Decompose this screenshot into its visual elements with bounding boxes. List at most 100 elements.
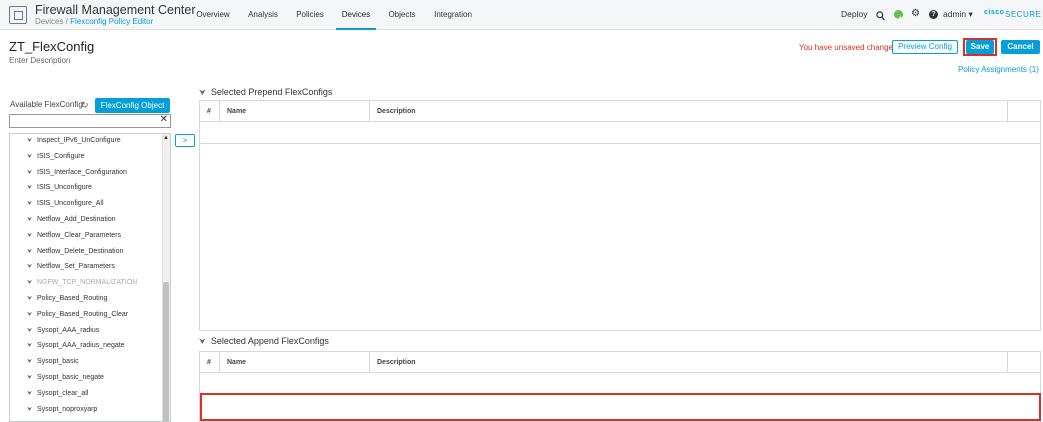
list-item[interactable]: ⮟ ISIS_Interface_Configuration [27,169,127,177]
search-icon[interactable] [876,8,885,21]
flexconfig-icon: ⮟ [27,280,33,287]
list-item-label: Sysopt_clear_all [37,389,89,397]
prepend-table-header: # Name Description [200,101,1040,122]
flexconfig-icon: ⮟ [27,264,33,271]
deploy-button[interactable]: Deploy [841,9,867,19]
user-menu[interactable]: admin ▾ [943,9,973,20]
list-item[interactable]: ⮟ ISIS_Unconfigure [27,184,92,192]
list-item[interactable]: ⮟ Netflow_Add_Destination [27,216,116,224]
list-item-label: NGFW_TCP_NORMALIZATION [37,279,138,287]
prepend-section-title: ⮟ Selected Prepend FlexConfigs [199,87,332,98]
top-bar: Firewall Management Center Devices / Fle… [0,0,1043,30]
prepend-empty-row [200,143,1040,144]
breadcrumb: Devices / Flexconfig Policy Editor [35,17,153,26]
app-title: Firewall Management Center [35,3,196,17]
append-col-number: # [200,352,220,373]
list-item-label: Policy_Based_Routing [37,295,108,302]
list-item-label: ISIS_Interface_Configuration [37,168,127,176]
append-col-description: Description [370,352,1008,373]
list-item[interactable]: ⮟ Sysopt_noproxyarp [27,406,97,414]
prepend-col-description: Description [370,101,1008,122]
list-item-label: ISIS_Unconfigure [37,184,92,192]
list-scrollbar[interactable]: ▲ [162,134,170,421]
flexconfig-list[interactable]: ▲ ⮟ Inspect_IPv6_UnConfigure ⮟ ISIS_Configu… [9,133,171,422]
list-item-label: Sysopt_AAA_radius_negate [37,342,125,350]
list-item-label: ISIS_Configure [37,152,85,160]
list-item[interactable]: ⮟ Inspect_IPv6_UnConfigure [27,137,121,145]
cisco-logo: cisco [984,9,1005,16]
flexconfig-icon: ⮟ [27,169,33,176]
flexconfig-object-button[interactable]: FlexConfig Object [95,98,170,113]
clear-search-icon[interactable]: ✕ [160,114,168,125]
list-item[interactable]: ⮟ Policy_Based_Routing [27,295,107,303]
list-item[interactable]: ⮟ Netflow_Delete_Destination [27,248,123,256]
refresh-icon[interactable]: ↻ [81,100,89,111]
prepend-col-name: Name [220,101,370,122]
flexconfig-icon: ⮟ [27,138,33,144]
list-item[interactable]: ⮟ Policy_Based_Routing_Clear [27,311,128,319]
append-col-name: Name [220,352,370,373]
prepend-title-text: Selected Prepend FlexConfigs [210,87,333,97]
list-item[interactable]: ⮟ Netflow_Clear_Parameters [27,232,121,240]
flexconfig-icon: ⮟ [27,201,33,208]
list-item-label: Inspect_IPv6_UnConfigure [37,137,121,144]
secure-brand: SECURE [1005,10,1042,19]
flexconfig-icon: ⮟ [27,311,33,318]
list-item[interactable]: ⮟ Sysopt_AAA_radius_negate [27,342,125,350]
fmc-logo-icon [9,6,27,24]
flexconfig-icon: ⮟ [27,375,33,381]
flexconfig-icon: ⮟ [27,406,33,413]
preview-config-button[interactable]: Preview Config [892,40,958,54]
list-item-label: Netflow_Delete_Destination [37,247,124,255]
unsaved-changes-text: You have unsaved changes [799,43,898,52]
nav-objects[interactable]: Objects [384,0,420,30]
prepend-col-number: # [200,101,220,122]
nav-devices[interactable]: Devices [336,0,376,30]
list-item-label: Netflow_Set_Parameters [37,263,115,271]
flexconfig-icon: ⮟ [27,296,33,302]
flexconfig-icon: ⮟ [27,248,33,255]
page-title: ZT_FlexConfig [9,39,95,54]
save-button[interactable]: Save [966,40,994,54]
list-item-label: Sysopt_noproxyarp [37,405,98,413]
list-item-label: Sysopt_basic_negate [37,374,104,381]
list-item[interactable]: ⮟ Sysopt_clear_all [27,390,88,398]
flexconfig-icon: ⮟ [27,327,33,334]
list-item[interactable]: ⮟ NGFW_TCP_NORMALIZATION [27,279,137,287]
status-ok-icon[interactable] [894,10,903,22]
nav-analysis[interactable]: Analysis [244,0,282,30]
search-input[interactable]: ✕ [9,114,171,128]
prepend-table: # Name Description [199,100,1041,331]
list-item-label: ISIS_Unconfigure_All [37,200,104,208]
nav-policies[interactable]: Policies [292,0,328,30]
gear-icon[interactable]: ⚙ [911,8,920,19]
flexconfig-icon: ⮟ [27,390,33,397]
page-description[interactable]: Enter Description [9,56,70,65]
flexconfig-icon: ⮟ [199,337,206,346]
nav-overview[interactable]: Overview [192,0,234,30]
breadcrumb-root[interactable]: Devices [35,17,63,26]
list-item[interactable]: ⮟ Sysopt_AAA_radius [27,327,99,335]
scroll-up-icon[interactable]: ▲ [163,135,169,141]
flexconfig-icon: ⮟ [27,343,33,350]
add-to-selected-button[interactable]: > [175,134,195,147]
append-drop-zone-highlight [200,393,1041,421]
list-item[interactable]: ⮟ Netflow_Set_Parameters [27,263,115,271]
nav-integration[interactable]: Integration [429,0,477,30]
scroll-thumb[interactable] [163,282,169,421]
flexconfig-icon: ⮟ [27,232,33,239]
append-section-title: ⮟ Selected Append FlexConfigs [199,336,329,347]
list-item[interactable]: ⮟ Sysopt_basic [27,358,79,366]
append-title-text: Selected Append FlexConfigs [210,336,329,346]
flexconfig-icon: ⮟ [199,88,206,97]
list-item[interactable]: ⮟ ISIS_Configure [27,153,84,161]
list-item-label: Sysopt_AAA_radius [37,326,100,334]
list-item-label: Netflow_Add_Destination [37,216,116,223]
breadcrumb-current[interactable]: Flexconfig Policy Editor [70,17,153,26]
cancel-button[interactable]: Cancel [1001,40,1040,54]
policy-assignments-link[interactable]: Policy Assignments (1) [958,65,1039,74]
list-item[interactable]: ⮟ Sysopt_basic_negate [27,374,104,382]
available-flexconfig-label: Available FlexConfig [10,100,83,109]
help-icon[interactable]: ? [929,10,938,19]
list-item[interactable]: ⮟ ISIS_Unconfigure_All [27,200,104,208]
